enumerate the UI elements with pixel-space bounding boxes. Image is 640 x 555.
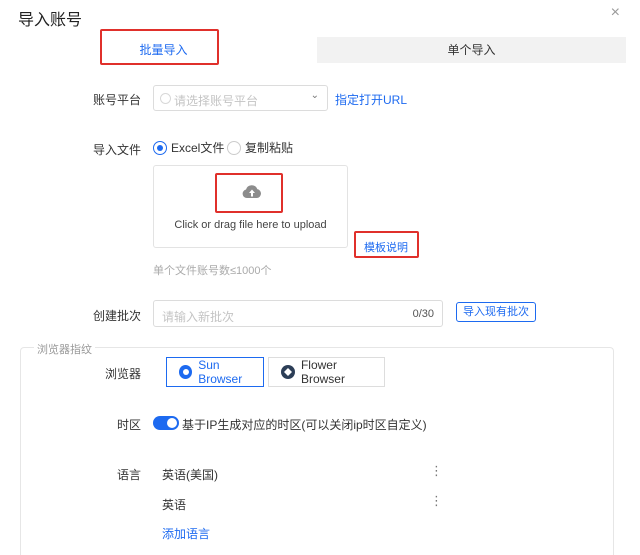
- file-limit-hint: 单个文件账号数≤1000个: [153, 265, 272, 277]
- chevron-down-icon: ⌄: [310, 90, 319, 101]
- platform-select[interactable]: 请选择账号平台 ⌄: [153, 85, 328, 111]
- radio-excel[interactable]: Excel文件: [153, 139, 224, 156]
- timezone-label: 时区: [116, 418, 141, 432]
- radio-excel-dot: [153, 140, 167, 155]
- radio-paste-dot: [227, 140, 241, 155]
- close-icon[interactable]: ×: [611, 4, 620, 22]
- flower-browser-label: Flower Browser: [300, 358, 345, 386]
- language-label: 语言: [116, 468, 141, 482]
- batch-input[interactable]: 请输入新批次 0/30: [153, 300, 443, 327]
- add-language-link[interactable]: 添加语言: [162, 525, 210, 542]
- tab-single-import[interactable]: 单个导入: [317, 37, 626, 63]
- radio-paste[interactable]: 复制粘贴: [227, 139, 293, 156]
- language-item: 英语(美国): [162, 468, 218, 482]
- highlight-box-upload-icon: [215, 173, 283, 213]
- timezone-toggle[interactable]: [153, 416, 179, 430]
- sun-browser-label: Sun Browser: [198, 358, 243, 386]
- batch-label: 创建批次: [92, 309, 141, 323]
- platform-icon: [160, 93, 171, 104]
- more-vertical-icon[interactable]: ⋮: [430, 493, 443, 509]
- highlight-box-template: [354, 231, 419, 258]
- sun-browser-button[interactable]: Sun Browser: [166, 357, 264, 387]
- browser-label: 浏览器: [104, 367, 141, 381]
- platform-placeholder: 请选择账号平台: [174, 94, 259, 108]
- import-existing-batch-button[interactable]: 导入现有批次: [456, 302, 536, 322]
- flower-browser-button[interactable]: Flower Browser: [268, 357, 385, 387]
- more-vertical-icon[interactable]: ⋮: [430, 463, 443, 479]
- sun-browser-icon: [179, 365, 193, 379]
- platform-label: 账号平台: [92, 93, 141, 107]
- upload-text: Click or drag file here to upload: [174, 219, 327, 231]
- fingerprint-legend: 浏览器指纹: [34, 341, 95, 357]
- radio-paste-label: 复制粘贴: [245, 141, 294, 155]
- radio-excel-label: Excel文件: [171, 141, 225, 155]
- timezone-text: 基于IP生成对应的时区(可以关闭ip时区自定义): [182, 418, 427, 432]
- batch-placeholder: 请输入新批次: [162, 310, 235, 324]
- flower-browser-icon: [281, 365, 295, 379]
- dialog-title: 导入账号: [18, 12, 83, 29]
- import-file-label: 导入文件: [92, 143, 141, 157]
- batch-char-counter: 0/30: [412, 308, 434, 320]
- language-item: 英语: [162, 498, 187, 512]
- highlight-box-tab: [100, 29, 219, 65]
- specify-url-link[interactable]: 指定打开URL: [335, 91, 407, 108]
